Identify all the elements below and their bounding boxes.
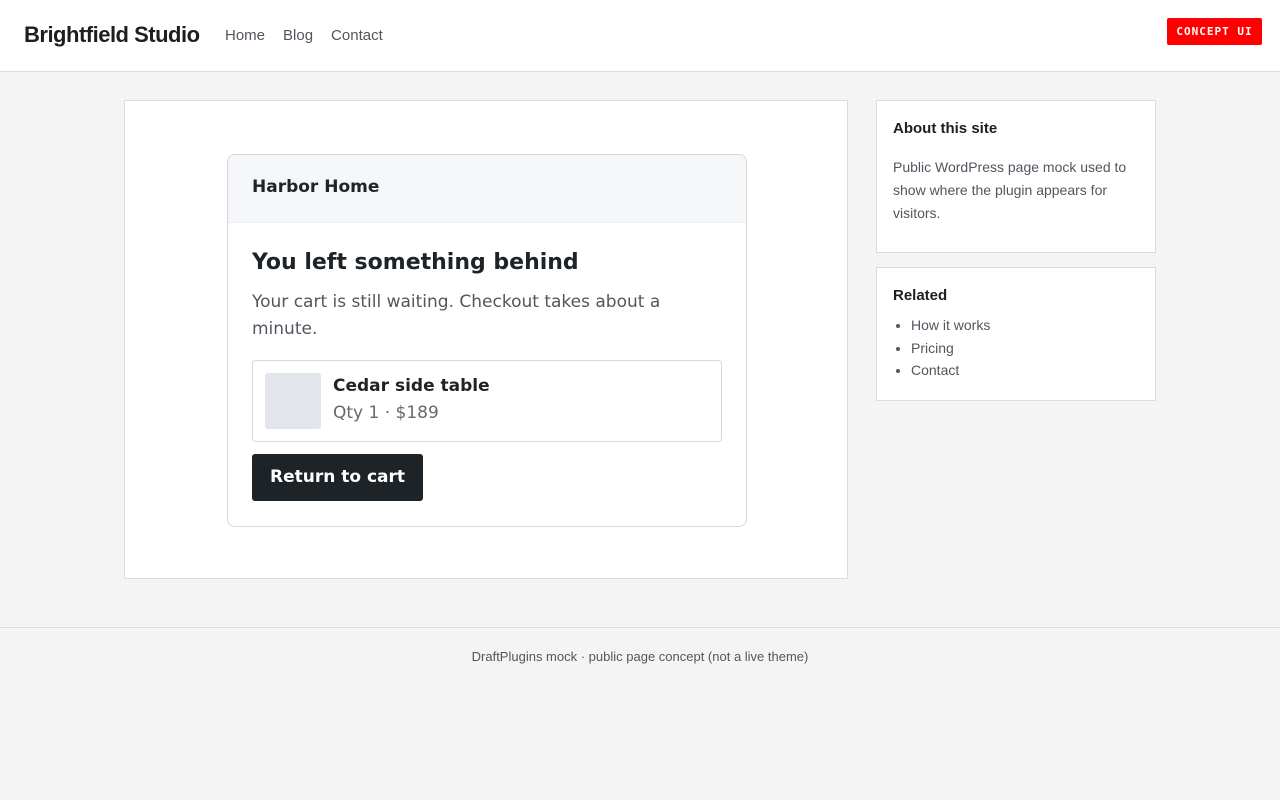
- sidebar-about-widget: About this site Public WordPress page mo…: [876, 100, 1156, 253]
- concept-ui-badge: CONCEPT UI: [1167, 18, 1262, 45]
- widget-body: You left something behind Your cart is s…: [228, 223, 746, 501]
- nav-link-contact[interactable]: Contact: [331, 27, 383, 44]
- widget-title: You left something behind: [252, 250, 579, 275]
- sidebar-related-widget: Related How it works Pricing Contact: [876, 267, 1156, 401]
- main-content: Harbor Home You left something behind Yo…: [124, 100, 848, 579]
- related-links: How it works Pricing Contact: [893, 314, 1139, 382]
- nav-link-home[interactable]: Home: [225, 27, 265, 44]
- related-link-contact[interactable]: Contact: [911, 359, 1139, 382]
- site-header: Brightfield Studio Home Blog Contact CON…: [0, 0, 1280, 72]
- cart-item: Cedar side table Qty 1 · $189: [252, 360, 722, 442]
- footer-text: DraftPlugins mock · public page concept …: [471, 649, 809, 664]
- about-text: Public WordPress page mock used to show …: [893, 159, 1127, 221]
- site-title[interactable]: Brightfield Studio: [24, 22, 200, 48]
- product-name: Cedar side table: [333, 376, 490, 396]
- store-name: Harbor Home: [252, 177, 380, 197]
- nav-link-blog[interactable]: Blog: [283, 27, 313, 44]
- product-quantity-price: Qty 1 · $189: [333, 403, 439, 423]
- return-to-cart-button[interactable]: Return to cart: [252, 454, 424, 501]
- widget-header: Harbor Home: [228, 155, 746, 223]
- related-link-how-it-works[interactable]: How it works: [911, 314, 1139, 337]
- widget-message: Your cart is still waiting. Checkout tak…: [252, 292, 661, 339]
- product-thumbnail: [265, 373, 321, 429]
- main-nav: Home Blog Contact: [225, 27, 383, 44]
- about-title: About this site: [893, 120, 998, 137]
- abandoned-cart-widget: Harbor Home You left something behind Yo…: [227, 154, 747, 527]
- site-footer: DraftPlugins mock · public page concept …: [0, 627, 1280, 664]
- related-title: Related: [893, 287, 948, 304]
- related-link-pricing[interactable]: Pricing: [911, 337, 1139, 360]
